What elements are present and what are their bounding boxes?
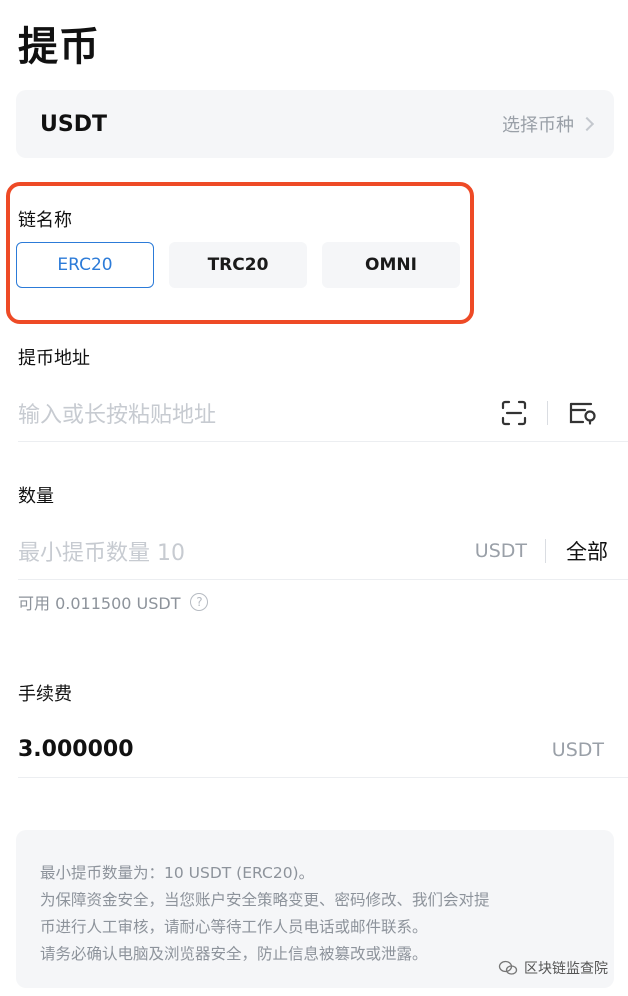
coin-name: USDT [40, 111, 107, 137]
address-row: 输入或长按粘贴地址 [18, 384, 628, 442]
notice-line: 为保障资金安全，当您账户安全策略变更、密码修改、我们会对提 [40, 891, 490, 909]
all-button[interactable]: 全部 [566, 536, 608, 566]
notice-line: 最小提币数量为：10 USDT (ERC20)。 [40, 864, 315, 882]
chain-option-omni[interactable]: OMNI [322, 242, 460, 288]
coin-select[interactable]: USDT 选择币种 [16, 90, 614, 158]
chain-option-trc20[interactable]: TRC20 [169, 242, 307, 288]
coin-select-link[interactable]: 选择币种 [502, 111, 595, 137]
notice-line: 币进行人工审核，请耐心等待工作人员电话或邮件联系。 [40, 918, 428, 936]
wechat-icon [498, 960, 518, 975]
address-divider [547, 400, 548, 425]
available-text: 可用 0.011500 USDT [18, 594, 181, 613]
amount-divider [545, 538, 546, 563]
amount-row: 最小提币数量 10 USDT 全部 [18, 522, 628, 580]
chain-option-erc20[interactable]: ERC20 [16, 242, 154, 288]
amount-label: 数量 [18, 486, 54, 507]
fee-unit: USDT [551, 738, 604, 761]
amount-unit: USDT [474, 539, 527, 562]
chain-label: 链名称 [18, 210, 72, 231]
scan-icon[interactable] [499, 398, 529, 428]
fee-value: 3.000000 [18, 737, 134, 762]
address-book-icon[interactable] [568, 398, 598, 428]
coin-select-label: 选择币种 [502, 115, 574, 136]
fee-row: 3.000000 USDT [18, 722, 628, 778]
fee-label: 手续费 [18, 684, 72, 705]
available-balance: 可用 0.011500 USDT ? [18, 590, 209, 614]
watermark-text: 区块链监查院 [524, 961, 608, 977]
help-icon[interactable]: ? [190, 593, 209, 611]
watermark: 区块链监查院 [498, 958, 608, 978]
address-label: 提币地址 [18, 348, 90, 369]
chevron-right-icon [579, 116, 595, 132]
address-input[interactable]: 输入或长按粘贴地址 [18, 397, 499, 429]
amount-input[interactable]: 最小提币数量 10 [18, 535, 475, 567]
page-title: 提币 [18, 24, 100, 70]
